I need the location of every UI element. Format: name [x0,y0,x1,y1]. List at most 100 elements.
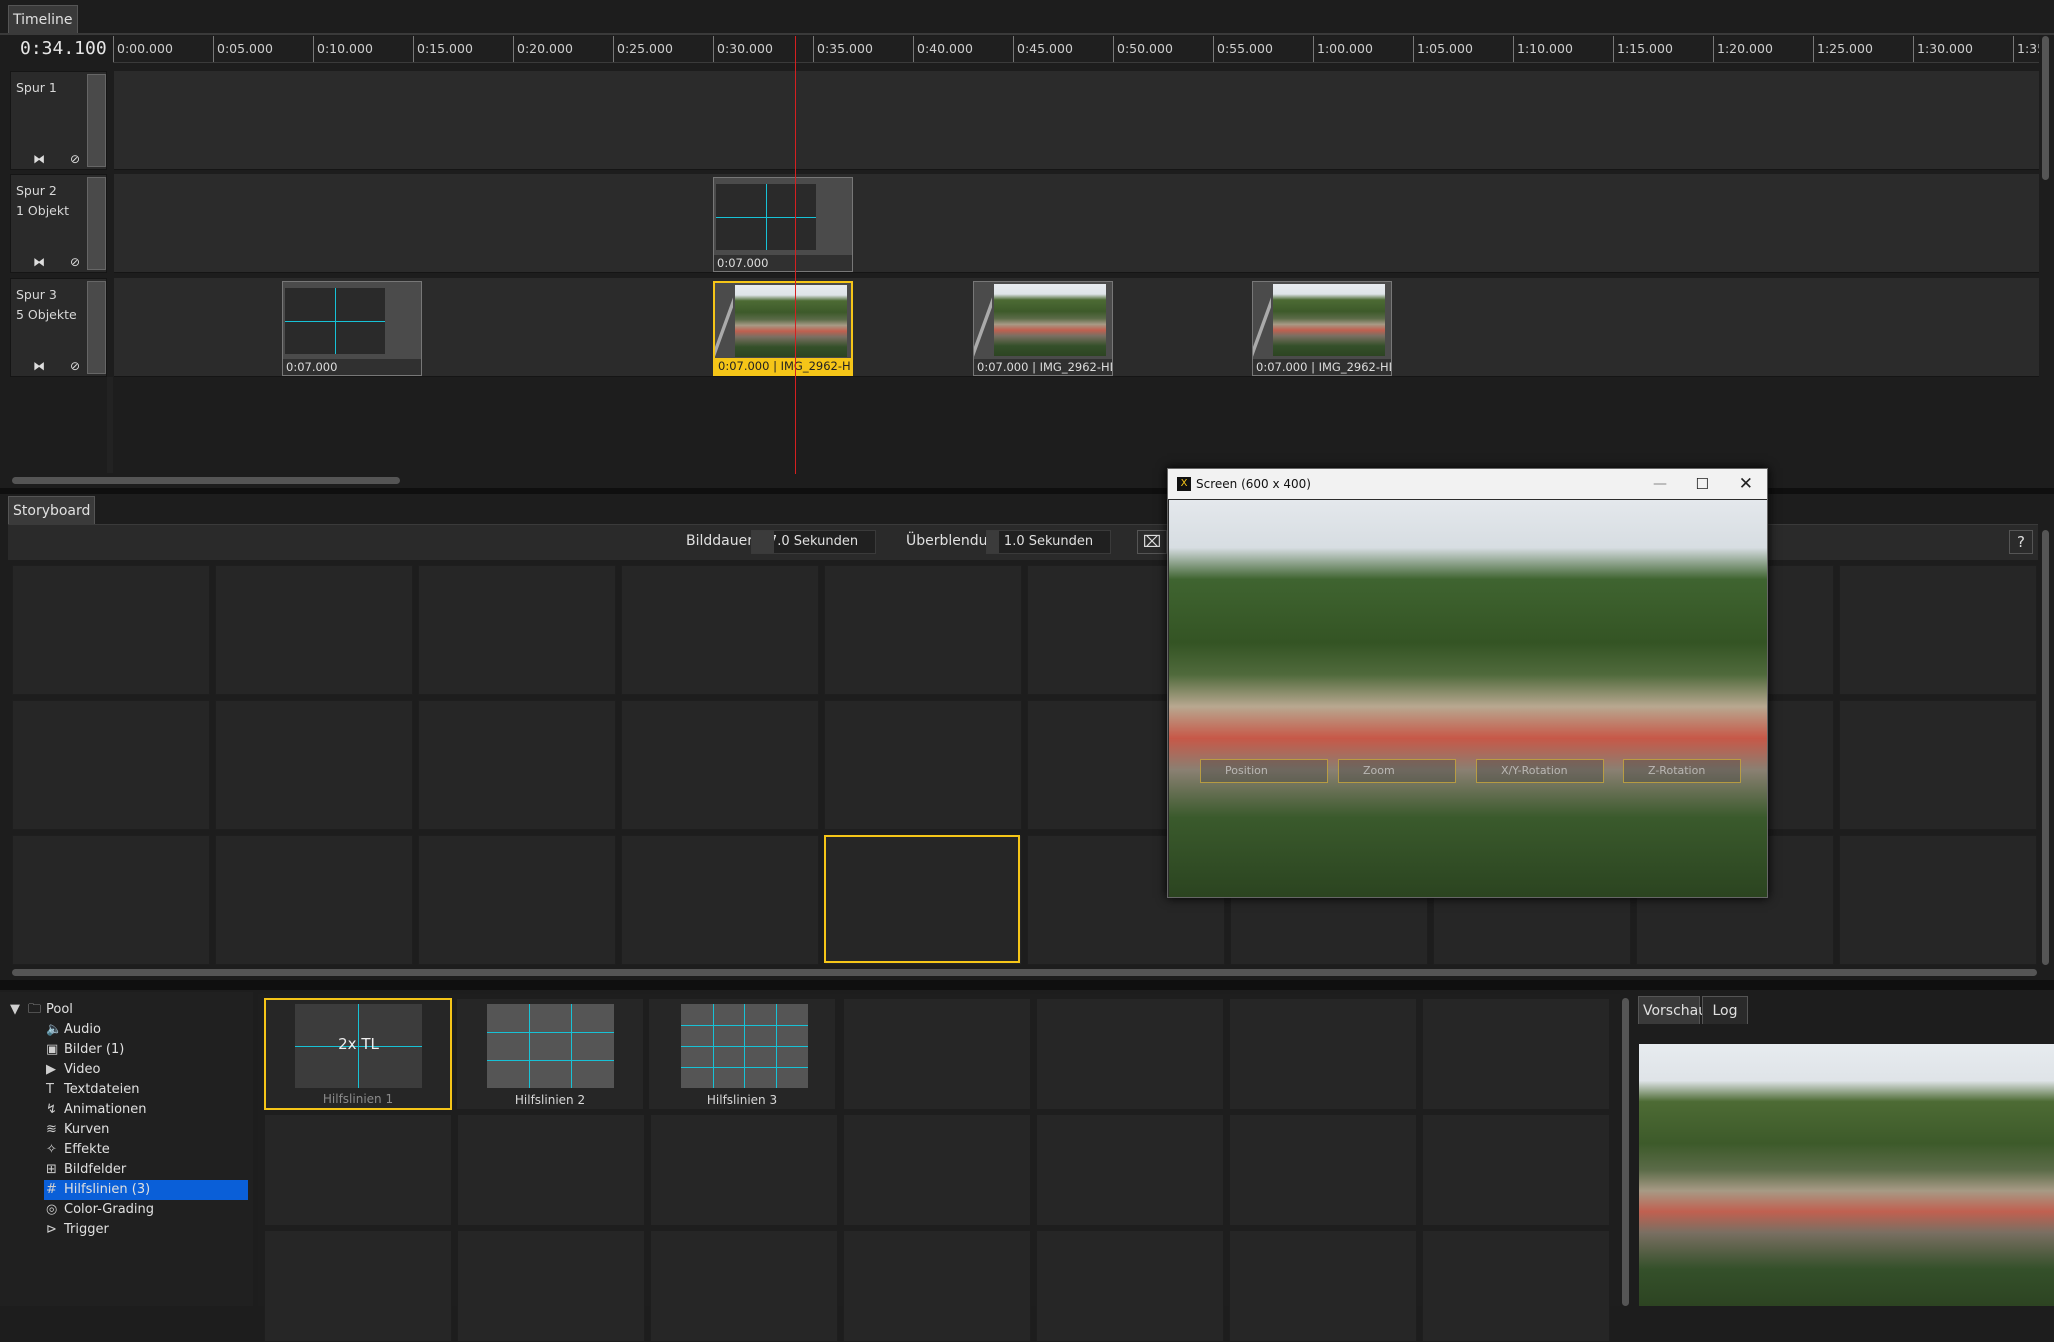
storyboard-slot[interactable] [824,700,1022,830]
track-lane-1[interactable] [114,71,2039,170]
pool-tree-item[interactable]: ▣ Bilder (1) [44,1040,248,1060]
disable-icon[interactable]: ⊘ [59,254,91,270]
bowtie-icon[interactable]: ⧓ [23,151,55,167]
tab-storyboard[interactable]: Storyboard [8,496,96,524]
track-object-count: 5 Objekte [16,307,77,322]
tab-log[interactable]: Log [1702,996,1748,1024]
crossfade-icon[interactable]: ⌧ [1137,530,1167,554]
window-titlebar[interactable]: X Screen (600 x 400) — ☐ ✕ [1168,469,1767,499]
zoom-control-label: Zoom [1363,764,1395,777]
bowtie-icon[interactable]: ⧓ [23,358,55,374]
trigger-icon: ⊳ [46,1222,57,1237]
storyboard-vertical-scrollbar[interactable] [2042,530,2049,965]
collapse-triangle-icon[interactable]: ▼ [10,1000,28,1020]
pool-empty-slot [1036,1230,1224,1342]
help-button[interactable]: ? [2009,530,2033,554]
track-name: Spur 1 [16,80,57,95]
ruler-tick: 0:30.000 [713,36,773,62]
storyboard-slot[interactable] [215,700,413,830]
video-icon: ▶ [46,1062,56,1077]
tab-vorschau[interactable]: Vorschau [1638,996,1707,1024]
pool-item[interactable]: Hilfslinien 3 [648,998,836,1110]
pool-tree-item[interactable]: ◎ Color-Grading [44,1200,248,1220]
pool-empty-slot [650,1230,838,1342]
storyboard-slot[interactable] [824,565,1022,695]
pool-tree-item[interactable]: 🔈 Audio [44,1020,248,1040]
clip-label: 0:07.000 [714,255,852,271]
close-icon[interactable]: ✕ [1739,469,1753,499]
pool-empty-slot [843,1114,1031,1226]
pool-tree-item[interactable]: ⊳ Trigger [44,1220,248,1240]
storyboard-slot[interactable] [1839,565,2037,695]
maximize-icon[interactable]: ☐ [1696,469,1709,499]
storyboard-slot[interactable] [215,565,413,695]
timeline-clip[interactable]: 0:07.000 | IMG_2962-HDR [973,281,1113,376]
pool-tree-item[interactable]: ↯ Animationen [44,1100,248,1120]
effects-icon: ✧ [46,1142,57,1157]
screen-window[interactable]: X Screen (600 x 400) — ☐ ✕ Position Zoom… [1167,468,1768,898]
pool-tree-item[interactable]: ✧ Effekte [44,1140,248,1160]
storyboard-slot[interactable] [1839,700,2037,830]
palette-icon: ◎ [46,1202,58,1217]
pool-tree-item[interactable]: ▶ Video [44,1060,248,1080]
pool-root[interactable]: ▼ 🗀 Pool [10,1000,73,1020]
transition-value: 1.0 Sekunden [1003,534,1094,549]
storyboard-slot[interactable] [12,700,210,830]
minimize-icon[interactable]: — [1653,469,1667,499]
storyboard-slot[interactable] [621,835,819,965]
position-control[interactable]: Position [1200,759,1328,783]
pool-tree-item[interactable]: ≋ Kurven [44,1120,248,1140]
storyboard-slot[interactable] [621,700,819,830]
duration-field[interactable]: 7.0 Sekunden [751,530,876,554]
timeline-clip[interactable]: 0:07.000 | IMG_2962-HDR [1252,281,1392,376]
pool-tree-item[interactable]: T Textdateien [44,1080,248,1100]
pool-empty-slot [1422,1230,1610,1342]
tab-timeline[interactable]: Timeline [8,5,78,33]
ruler-tick: 1:10.000 [1513,36,1573,62]
storyboard-slot[interactable] [418,700,616,830]
time-ruler[interactable]: 0:00.000 0:05.000 0:10.000 0:15.000 0:20.000… [113,36,2039,63]
clip-label: 0:07.000 | IMG_2962-HDR [974,359,1112,375]
z-rotation-control[interactable]: Z-Rotation [1623,759,1741,783]
storyboard-slot[interactable] [215,835,413,965]
disable-icon[interactable]: ⊘ [59,151,91,167]
track-lane-2[interactable] [114,174,2039,273]
timeline-clip[interactable]: 0:07.000 [282,281,422,376]
transition-field[interactable]: 1.0 Sekunden [986,530,1111,554]
zoom-control[interactable]: Zoom [1338,759,1456,783]
timeline-clip-selected[interactable]: 0:07.000 | IMG_2962-HDR [713,281,853,376]
timeline-clip[interactable]: 0:07.000 [713,177,853,272]
storyboard-slot[interactable] [12,835,210,965]
storyboard-selected-cell[interactable] [824,835,1020,963]
pool-tree-item-label: Bilder (1) [64,1042,125,1057]
panel-splitter[interactable] [0,980,2054,990]
storyboard-slot[interactable] [418,565,616,695]
track-header-1[interactable]: Spur 1 ⧓ ⊘ [10,71,107,170]
track-name: Spur 2 [16,183,57,198]
storyboard-slot[interactable] [418,835,616,965]
timeline-tab-rule [0,33,2054,35]
pool-item-selected[interactable]: 2x TL Hilfslinien 1 [264,998,452,1110]
disable-icon[interactable]: ⊘ [59,358,91,374]
pool-empty-slot [843,1230,1031,1342]
storyboard-slot[interactable] [621,565,819,695]
timeline-vertical-scrollbar[interactable] [2042,36,2049,180]
timeline-horizontal-scrollbar[interactable] [12,477,400,484]
pool-empty-slot [1229,1114,1417,1226]
pool-vertical-scrollbar[interactable] [1622,998,1629,1306]
storyboard-horizontal-scrollbar[interactable] [12,969,2037,976]
ruler-tick: 1:05.000 [1413,36,1473,62]
pool-item[interactable]: Hilfslinien 2 [456,998,644,1110]
pool-item-caption: Hilfslinien 3 [706,1093,778,1107]
track-header-3[interactable]: Spur 3 5 Objekte ⧓ ⊘ [10,278,107,377]
pool-tree-item[interactable]: ⊞ Bildfelder [44,1160,248,1180]
pool-empty-slot [843,998,1031,1110]
clip-label: 0:07.000 | IMG_2962-HDR [1253,359,1391,375]
xy-rotation-control[interactable]: X/Y-Rotation [1476,759,1604,783]
bowtie-icon[interactable]: ⧓ [23,254,55,270]
storyboard-slot[interactable] [12,565,210,695]
track-header-2[interactable]: Spur 2 1 Objekt ⧓ ⊘ [10,174,107,273]
pool-tree-item[interactable]: # Hilfslinien (3) [44,1180,248,1200]
storyboard-slot[interactable] [1839,835,2037,965]
playhead[interactable] [795,36,796,474]
